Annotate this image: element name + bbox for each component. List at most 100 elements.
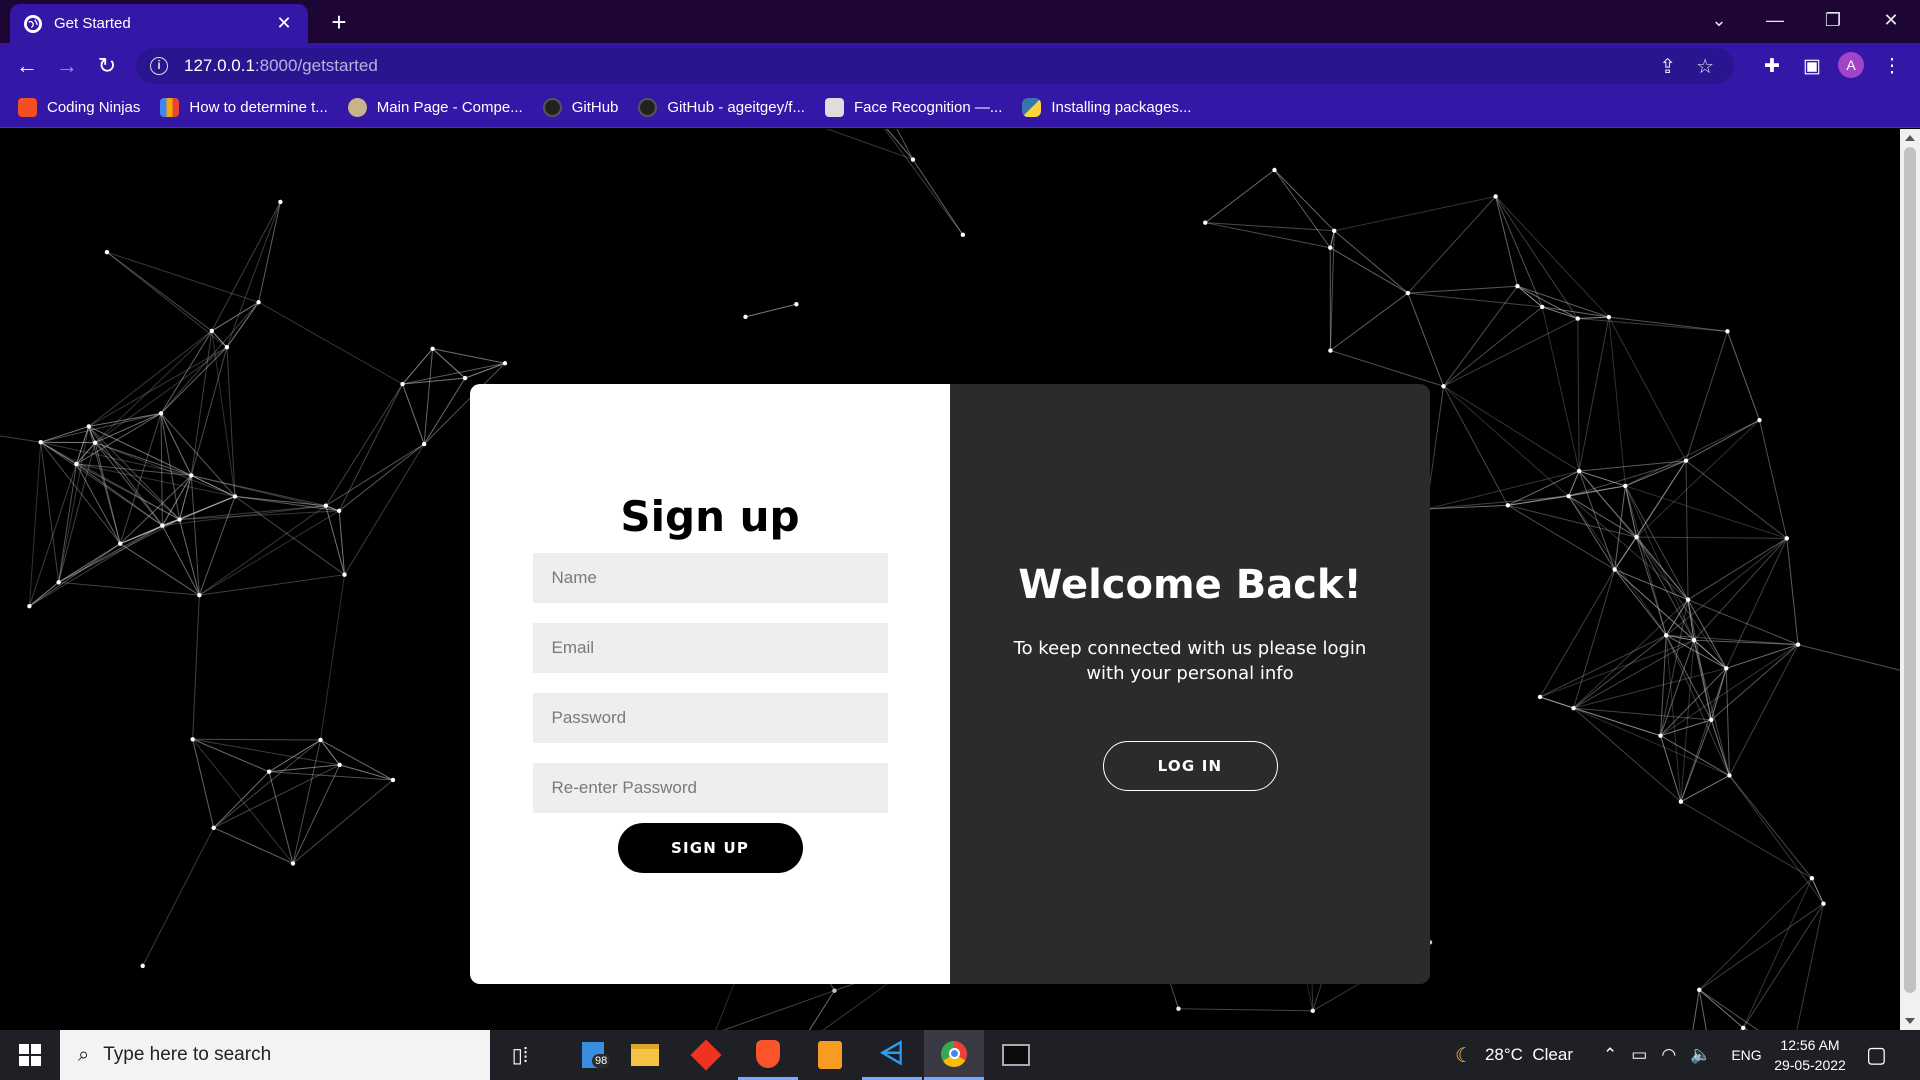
network-line <box>58 581 200 596</box>
browser-tab-strip: Get Started ✕ + ⌄ — ❐ ✕ <box>0 0 1920 43</box>
side-panel-icon[interactable]: ▣ <box>1797 51 1827 81</box>
chrome-icon[interactable] <box>924 1030 984 1080</box>
bookmark-item[interactable]: How to determine t... <box>160 98 328 117</box>
close-window-button[interactable]: ✕ <box>1862 0 1920 40</box>
network-line <box>29 525 163 607</box>
network-node <box>1328 245 1333 250</box>
bookmark-item[interactable]: GitHub - ageitgey/f... <box>638 98 805 117</box>
page-scrollbar[interactable] <box>1900 129 1920 1030</box>
new-tab-button[interactable]: + <box>325 8 353 36</box>
network-line <box>1680 801 1813 879</box>
network-line <box>1710 644 1799 721</box>
share-icon[interactable]: ⇪ <box>1659 54 1676 79</box>
taskbar-search-box[interactable]: ⌕ Type here to search <box>60 1030 490 1080</box>
network-line <box>292 764 341 864</box>
brave-browser-icon[interactable] <box>738 1030 798 1080</box>
wifi-icon[interactable]: ◠ <box>1661 1045 1676 1065</box>
url-path: :8000/getstarted <box>254 56 378 75</box>
tab-search-icon[interactable]: ⌄ <box>1690 0 1748 40</box>
language-indicator[interactable]: ENG <box>1731 1047 1761 1063</box>
network-line <box>1786 538 1799 645</box>
start-windows-icon[interactable] <box>0 1030 60 1080</box>
extensions-puzzle-icon[interactable]: ✚ <box>1757 51 1787 81</box>
network-line <box>1636 460 1687 538</box>
network-node <box>1537 694 1543 700</box>
tab-title: Get Started <box>54 15 131 32</box>
network-line <box>1407 292 1445 387</box>
terminal-icon[interactable] <box>986 1030 1046 1080</box>
bookmark-item[interactable]: Coding Ninjas <box>18 98 140 117</box>
git-app-icon[interactable] <box>676 1030 736 1080</box>
network-line <box>1636 536 1727 669</box>
back-arrow-icon[interactable]: ← <box>10 49 44 83</box>
scroll-up-arrow-icon[interactable] <box>1905 135 1915 141</box>
network-node <box>224 345 230 350</box>
notification-center-icon[interactable]: ▢ <box>1866 1030 1887 1080</box>
taskbar-clock[interactable]: 12:56 AM 29-05-2022 <box>1760 1035 1860 1075</box>
network-line <box>120 525 163 545</box>
bookmark-item[interactable]: Face Recognition —... <box>824 98 1002 117</box>
bookmark-item[interactable]: Installing packages... <box>1022 98 1191 117</box>
network-node <box>1540 304 1545 310</box>
network-node <box>1727 773 1732 778</box>
network-node <box>1685 597 1691 602</box>
reload-icon[interactable]: ↻ <box>90 49 124 83</box>
bookmark-item[interactable]: Main Page - Compe... <box>347 98 523 117</box>
scroll-down-arrow-icon[interactable] <box>1905 1018 1915 1024</box>
network-line <box>320 574 346 741</box>
network-line <box>1443 385 1569 497</box>
network-node <box>1176 1006 1181 1011</box>
network-node <box>38 440 43 445</box>
password-input[interactable] <box>532 693 888 743</box>
network-node <box>502 361 508 366</box>
file-explorer-icon[interactable] <box>615 1030 675 1080</box>
network-line <box>1729 775 1824 905</box>
signup-button[interactable]: SIGN UP <box>617 823 803 873</box>
site-info-icon[interactable]: i <box>150 57 168 75</box>
bookmark-star-icon[interactable]: ☆ <box>1696 54 1714 79</box>
task-view-icon[interactable]: ▯⁞ <box>490 1030 550 1080</box>
tab-close-icon[interactable]: ✕ <box>274 13 294 34</box>
calendar-app-icon[interactable]: 98 <box>563 1030 623 1080</box>
scrollbar-thumb[interactable] <box>1904 147 1916 993</box>
login-button[interactable]: LOG IN <box>1102 741 1278 791</box>
network-node <box>794 302 799 307</box>
network-line <box>292 739 322 864</box>
network-line <box>211 330 236 497</box>
network-node <box>1709 717 1714 723</box>
network-line <box>292 779 394 864</box>
network-node <box>323 503 329 508</box>
network-line <box>884 129 964 236</box>
forward-arrow-icon[interactable]: → <box>50 49 84 83</box>
network-node <box>1663 633 1669 638</box>
network-line <box>1495 196 1610 318</box>
volume-icon[interactable]: 🔈 <box>1690 1045 1711 1065</box>
tab-get-started[interactable]: Get Started ✕ <box>10 4 308 43</box>
reenter-password-input[interactable] <box>532 763 888 813</box>
profile-avatar[interactable]: A <box>1838 52 1864 78</box>
minimize-button[interactable]: — <box>1746 0 1804 40</box>
sublime-text-icon[interactable] <box>800 1030 860 1080</box>
network-node <box>266 769 272 774</box>
restore-button[interactable]: ❐ <box>1804 0 1862 40</box>
name-input[interactable] <box>532 553 888 603</box>
vscode-icon[interactable]: ⩤ <box>862 1030 922 1080</box>
network-line <box>1568 495 1616 570</box>
network-node <box>318 737 323 743</box>
network-line <box>179 475 192 520</box>
address-bar[interactable]: i 127.0.0.1 :8000/getstarted ⇪ ☆ <box>136 48 1734 84</box>
network-node <box>1725 329 1730 334</box>
url-host: 127.0.0.1 <box>184 56 255 75</box>
network-line <box>1577 316 1609 320</box>
menu-kebab-icon[interactable]: ⋮ <box>1877 51 1907 81</box>
chevron-up-icon[interactable]: ⌃ <box>1603 1045 1617 1065</box>
signup-panel: Sign up SIGN UP <box>470 384 950 984</box>
network-line <box>226 347 236 497</box>
bookmark-item[interactable]: GitHub <box>542 98 618 117</box>
network-line <box>1614 569 1667 636</box>
network-line <box>1443 386 1509 506</box>
battery-icon[interactable]: ▭ <box>1631 1045 1647 1065</box>
network-node <box>1697 987 1702 993</box>
weather-widget[interactable]: ☾ 28°C Clear <box>1455 1030 1573 1080</box>
email-input[interactable] <box>532 623 888 673</box>
